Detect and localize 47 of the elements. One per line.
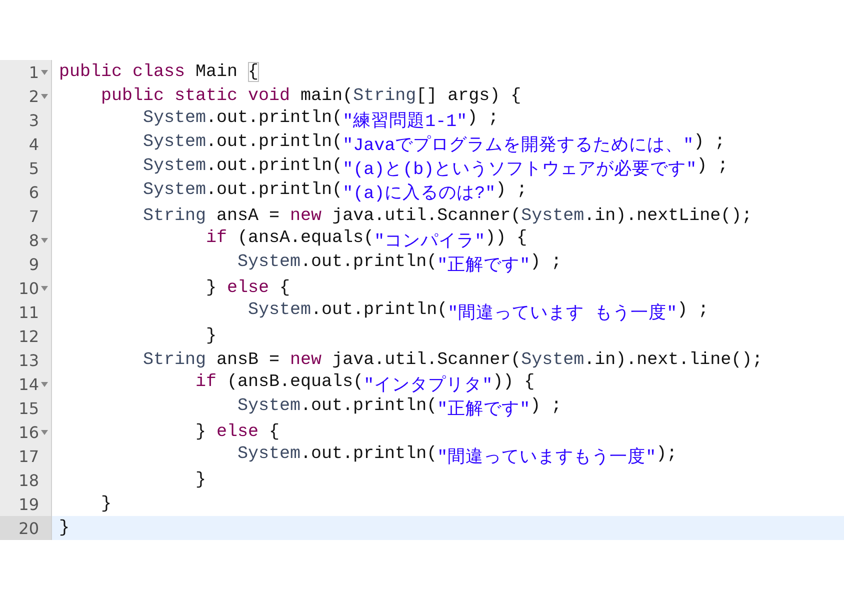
code-line: }: [194, 470, 206, 490]
line-number: 16: [18, 422, 39, 442]
fold-icon[interactable]: [41, 430, 48, 435]
code-line: public static void main(String[] args) {: [100, 86, 522, 106]
code-line: String ansB = new java.util.Scanner(System.in).next.line();: [142, 350, 763, 370]
line-number: 1: [28, 62, 39, 82]
line-number: 10: [18, 278, 39, 298]
line-number: 9: [28, 254, 39, 274]
code-line: } else {: [205, 278, 290, 298]
fold-icon[interactable]: [41, 286, 48, 291]
line-number: 2: [28, 86, 39, 106]
line-number: 13: [18, 350, 39, 370]
code-line: if (ansA.equals("コンパイラ")) {: [205, 228, 528, 252]
line-number: 6: [28, 182, 39, 202]
line-number: 3: [28, 110, 39, 130]
line-number: 15: [18, 398, 39, 418]
fold-icon[interactable]: [41, 382, 48, 387]
line-number: 14: [18, 374, 39, 394]
code-line: }: [100, 494, 112, 514]
line-number: 20: [18, 518, 39, 538]
fold-icon[interactable]: [41, 238, 48, 243]
code-line: System.out.println("(a)に入るのは?") ;: [142, 180, 528, 204]
line-number: 7: [28, 206, 39, 226]
code-line: System.out.println("間違っていますもう一度");: [236, 444, 678, 468]
line-number: 4: [28, 134, 39, 154]
code-line: System.out.println("練習問題1-1") ;: [142, 108, 499, 132]
code-line: } else {: [194, 422, 280, 442]
code-line: }: [205, 326, 217, 346]
code-line: System.out.println("正解です") ;: [236, 396, 562, 420]
code-line: }: [58, 518, 70, 538]
code-editor[interactable]: [0, 60, 844, 540]
line-number: 19: [18, 494, 39, 514]
line-number: 18: [18, 470, 39, 490]
code-line: if (ansB.equals("インタプリタ")) {: [194, 372, 535, 396]
line-number: 11: [18, 302, 39, 322]
code-line: System.out.println("正解です") ;: [236, 252, 562, 276]
line-number: 5: [28, 158, 39, 178]
code-line: System.out.println("間違っています もう一度") ;: [247, 300, 709, 324]
fold-icon[interactable]: [41, 70, 48, 75]
code-line: System.out.println("Javaでプログラムを開発するためには、") ;: [142, 132, 726, 156]
line-number: 8: [28, 230, 39, 250]
code-line: System.out.println("(a)と(b)というソフトウェアが必要です") ;: [142, 156, 728, 180]
line-number: 12: [18, 326, 39, 346]
line-number: 17: [18, 446, 39, 466]
fold-icon[interactable]: [41, 94, 48, 99]
code-line: public class Main {: [58, 62, 259, 82]
code-line: String ansA = new java.util.Scanner(System.in).nextLine();: [142, 206, 752, 226]
